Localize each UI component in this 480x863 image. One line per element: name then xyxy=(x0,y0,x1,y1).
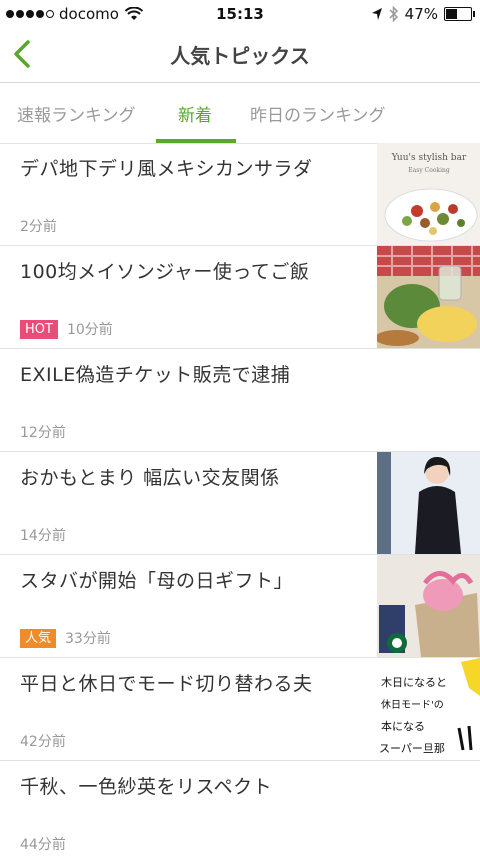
location-icon xyxy=(371,8,382,20)
status-bar: docomo 15:13 47% xyxy=(0,0,480,28)
item-time: 12分前 xyxy=(20,425,66,441)
item-time: 33分前 xyxy=(65,631,111,647)
item-time: 10分前 xyxy=(66,322,113,338)
item-title: スタバが開始「母の日ギフト」 xyxy=(20,570,294,592)
hot-badge: HOT xyxy=(20,319,58,339)
item-meta: 42分前 xyxy=(20,731,66,751)
item-meta: 人気 33分前 xyxy=(20,628,111,648)
thumb-caption: Yuu's stylish bar xyxy=(391,153,467,163)
comic-line-4: スーパー旦那 xyxy=(379,742,445,755)
item-title: おかもとまり 幅広い交友関係 xyxy=(20,467,280,489)
mason-jar-thumbnail xyxy=(377,246,480,348)
comic-line-3: 本になる xyxy=(381,719,425,733)
status-right: 47% xyxy=(371,5,475,23)
battery-icon xyxy=(444,7,475,21)
topic-list: デパ地下デリ風メキシカンサラダ 2分前 Yuu's stylish bar Ea… xyxy=(0,143,480,863)
item-title: 100均メイソンジャー使ってご飯 xyxy=(20,261,310,283)
item-meta: 2分前 xyxy=(20,216,57,236)
item-meta: 12分前 xyxy=(20,422,66,442)
item-time: 42分前 xyxy=(20,734,66,750)
battery-fill xyxy=(446,9,458,19)
list-item[interactable]: おかもとまり 幅広い交友関係 14分前 xyxy=(0,452,480,555)
list-item[interactable]: EXILE偽造チケット販売で逮捕 12分前 xyxy=(0,349,480,452)
comic-line-1: 木日になると xyxy=(381,676,447,689)
tab-bar: 速報ランキング 新着 昨日のランキング xyxy=(0,83,480,144)
list-item[interactable]: 100均メイソンジャー使ってご飯 HOT 10分前 xyxy=(0,246,480,349)
navigation-bar: 人気トピックス xyxy=(0,28,480,83)
list-item[interactable]: 平日と休日でモード切り替わる夫 42分前 木日になると 休日モード'の 本になる… xyxy=(0,658,480,761)
list-item[interactable]: デパ地下デリ風メキシカンサラダ 2分前 Yuu's stylish bar Ea… xyxy=(0,143,480,246)
battery-percent: 47% xyxy=(404,5,438,23)
item-title: 千秋、一色紗英をリスペクト xyxy=(20,776,273,798)
list-item[interactable]: スタバが開始「母の日ギフト」 人気 33分前 xyxy=(0,555,480,658)
bluetooth-icon xyxy=(389,6,398,22)
portrait-thumbnail xyxy=(377,452,480,554)
item-time: 44分前 xyxy=(20,837,66,853)
item-time: 2分前 xyxy=(20,219,57,235)
tab-yesterday-ranking[interactable]: 昨日のランキング xyxy=(250,101,386,126)
item-time: 14分前 xyxy=(20,528,66,544)
tab-new[interactable]: 新着 xyxy=(178,101,212,126)
comic-line-2: 休日モード'の xyxy=(381,699,444,711)
comic-thumbnail: 木日になると 休日モード'の 本になる スーパー旦那 xyxy=(377,658,480,760)
list-item[interactable]: 千秋、一色紗英をリスペクト 44分前 xyxy=(0,761,480,863)
thumb-subcaption: Easy Cooking xyxy=(408,167,450,174)
salad-thumbnail: Yuu's stylish bar Easy Cooking xyxy=(377,143,480,245)
page-title: 人気トピックス xyxy=(170,44,310,68)
item-title: 平日と休日でモード切り替わる夫 xyxy=(20,673,313,695)
item-title: EXILE偽造チケット販売で逮捕 xyxy=(20,364,291,386)
starbucks-gift-thumbnail xyxy=(377,555,480,657)
popular-badge: 人気 xyxy=(20,628,57,648)
item-meta: HOT 10分前 xyxy=(20,319,113,339)
item-meta: 14分前 xyxy=(20,525,66,545)
tab-breaking-ranking[interactable]: 速報ランキング xyxy=(17,101,136,126)
item-meta: 44分前 xyxy=(20,834,66,854)
item-title: デパ地下デリ風メキシカンサラダ xyxy=(20,158,313,180)
